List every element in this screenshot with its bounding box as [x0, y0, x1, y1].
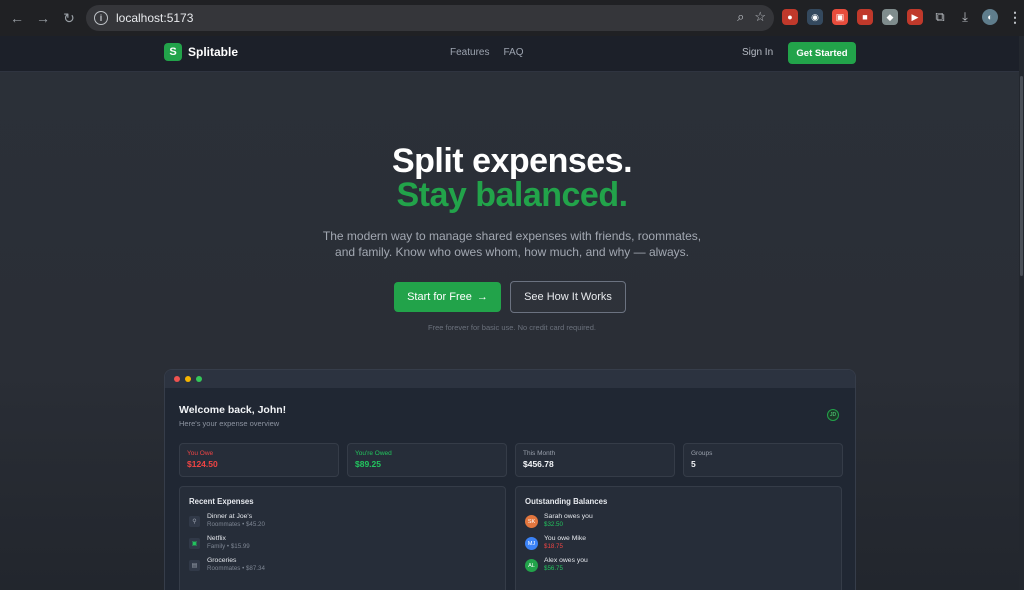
expense-name: Dinner at Joe's — [207, 513, 253, 520]
extension-icon[interactable]: ● — [782, 9, 798, 25]
browser-toolbar: ← → ↻ i localhost:5173 ⌕ ☆ ● ◉ ▣ ■ ◆ ▶ ⧉… — [0, 0, 1024, 36]
list-item[interactable]: MJ You owe Mike $18.75 — [525, 535, 832, 557]
window-maximize-dot — [196, 376, 202, 382]
sign-in-link[interactable]: Sign In — [742, 47, 773, 58]
page-scrollbar[interactable] — [1019, 36, 1024, 590]
welcome-title: Welcome back, John! — [179, 404, 287, 416]
extension-icon[interactable]: ▶ — [907, 9, 923, 25]
stat-label: This Month — [523, 450, 556, 457]
stat-value: $456.78 — [523, 459, 554, 469]
expense-meta: Roommates • $45.20 — [207, 521, 265, 528]
window-minimize-dot — [185, 376, 191, 382]
reload-icon[interactable]: ↻ — [58, 7, 80, 29]
brand-logo[interactable]: S Splitable — [164, 43, 238, 61]
balance-amount: $56.75 — [544, 565, 563, 572]
profile-avatar-icon[interactable]: ◐ — [982, 9, 998, 25]
see-how-it-works-button[interactable]: See How It Works — [510, 281, 626, 313]
forward-icon[interactable]: → — [32, 7, 54, 29]
window-close-dot — [174, 376, 180, 382]
stat-card-youre-owed: You're Owed $89.25 — [347, 443, 507, 477]
extension-icon[interactable]: ■ — [857, 9, 873, 25]
stat-value: $124.50 — [187, 459, 218, 469]
site-info-icon[interactable]: i — [94, 11, 108, 25]
start-for-free-label: Start for Free — [407, 291, 472, 303]
nav-link-faq[interactable]: FAQ — [503, 47, 523, 58]
arrow-right-icon: → — [476, 291, 488, 303]
avatar: SK — [525, 515, 538, 528]
dinner-icon: ⚲ — [189, 516, 200, 527]
hero-title-line2: Stay balanced. — [396, 176, 628, 214]
avatar: MJ — [525, 537, 538, 550]
avatar: AL — [525, 559, 538, 572]
receipt-icon: ▤ — [189, 560, 200, 571]
brand-badge: S — [164, 43, 182, 61]
recent-expenses-panel: Recent Expenses ⚲ Dinner at Joe's Roomma… — [179, 486, 506, 590]
site-header: S Splitable Features FAQ Sign In Get Sta… — [0, 36, 1024, 72]
page: S Splitable Features FAQ Sign In Get Sta… — [0, 36, 1024, 590]
balance-amount: $32.50 — [544, 521, 563, 528]
expense-name: Groceries — [207, 557, 237, 564]
extensions-puzzle-icon[interactable]: ⧉ — [932, 9, 948, 25]
recent-expenses-title: Recent Expenses — [189, 497, 254, 506]
stat-card-you-owe: You Owe $124.50 — [179, 443, 339, 477]
zoom-icon[interactable]: ⌕ — [737, 9, 744, 25]
user-avatar: JD — [827, 409, 839, 421]
balance-text: You owe Mike — [544, 535, 587, 542]
list-item[interactable]: SK Sarah owes you $32.50 — [525, 513, 832, 535]
list-item[interactable]: AL Alex owes you $56.75 — [525, 557, 832, 579]
balance-amount: $18.75 — [544, 543, 563, 550]
stat-label: You're Owed — [355, 450, 392, 457]
brand-name: Splitable — [188, 45, 239, 59]
address-bar[interactable]: i localhost:5173 ⌕ ☆ — [86, 5, 774, 31]
balance-text: Sarah owes you — [544, 513, 593, 520]
hero-subtitle: The modern way to manage shared expenses… — [322, 229, 702, 259]
expense-meta: Family • $15.99 — [207, 543, 250, 550]
bookmark-star-icon[interactable]: ☆ — [754, 9, 766, 25]
dashboard-preview: Welcome back, John! Here's your expense … — [164, 369, 856, 590]
preview-window-bar — [165, 370, 855, 388]
stat-label: Groups — [691, 450, 713, 457]
browser-menu-icon[interactable]: ⋮ — [1007, 9, 1023, 25]
outstanding-balances-panel: Outstanding Balances SK Sarah owes you $… — [515, 486, 842, 590]
fineprint: Free forever for basic use. No credit ca… — [428, 323, 596, 332]
expense-meta: Roommates • $87.34 — [207, 565, 265, 572]
welcome-subtitle: Here's your expense overview — [179, 419, 280, 428]
stat-card-groups: Groups 5 — [683, 443, 843, 477]
stat-value: $89.25 — [355, 459, 381, 469]
expense-name: Netflix — [207, 535, 226, 542]
list-item[interactable]: ▣ Netflix Family • $15.99 — [189, 535, 496, 557]
url-text[interactable]: localhost:5173 — [116, 11, 193, 25]
start-for-free-button[interactable]: Start for Free → — [394, 282, 501, 312]
download-icon[interactable]: ⤓ — [957, 9, 973, 25]
nav-link-features[interactable]: Features — [450, 47, 489, 58]
stat-label: You Owe — [187, 450, 214, 457]
extension-icon[interactable]: ◉ — [807, 9, 823, 25]
balance-text: Alex owes you — [544, 557, 588, 564]
get-started-button[interactable]: Get Started — [788, 42, 856, 64]
stat-card-this-month: This Month $456.78 — [515, 443, 675, 477]
tv-icon: ▣ — [189, 538, 200, 549]
back-icon[interactable]: ← — [6, 7, 28, 29]
list-item[interactable]: ▤ Groceries Roommates • $87.34 — [189, 557, 496, 579]
extension-icon[interactable]: ▣ — [832, 9, 848, 25]
scrollbar-thumb[interactable] — [1020, 76, 1023, 276]
outstanding-balances-title: Outstanding Balances — [525, 497, 608, 506]
shield-extension-icon[interactable]: ◆ — [882, 9, 898, 25]
stat-value: 5 — [691, 459, 696, 469]
list-item[interactable]: ⚲ Dinner at Joe's Roommates • $45.20 — [189, 513, 496, 535]
